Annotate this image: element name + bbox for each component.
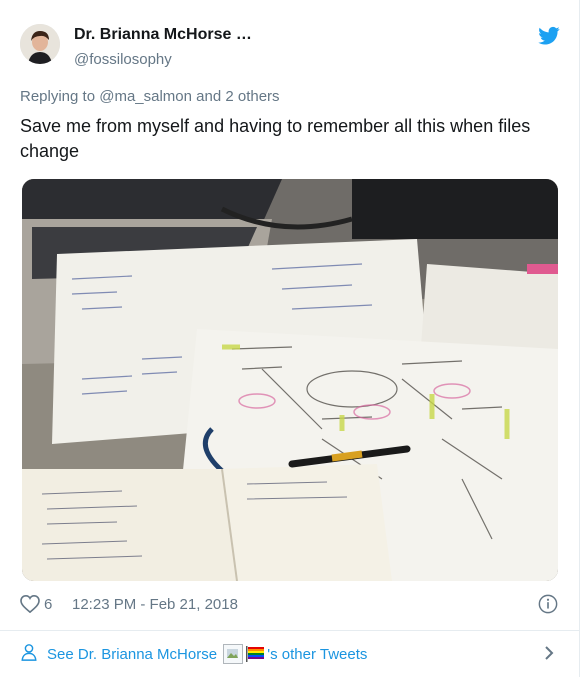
see-other-tweets-text[interactable]: See Dr. Brianna McHorse 's other Tweets (47, 644, 367, 664)
heart-icon[interactable] (20, 595, 40, 613)
twitter-bird-icon[interactable] (538, 26, 560, 46)
see-other-tweets-prefix: See Dr. Brianna McHorse (47, 646, 218, 663)
avatar-image (20, 24, 60, 64)
divider (0, 630, 580, 631)
tweet-header: Dr. Brianna McHorse … @fossilosophy (20, 20, 560, 70)
tweet-text: Save me from myself and having to rememb… (20, 116, 531, 161)
broken-image-icon (223, 644, 244, 664)
author-handle[interactable]: @fossilosophy (74, 51, 172, 68)
embedded-tweet: Dr. Brianna McHorse … @fossilosophy Repl… (0, 0, 580, 677)
avatar[interactable] (20, 24, 60, 64)
reply-context: Replying to @ma_salmon and 2 others (20, 88, 280, 105)
see-other-tweets-link[interactable]: See Dr. Brianna McHorse 's other Tweets (20, 641, 560, 665)
tweet-timestamp[interactable]: 12:23 PM - Feb 21, 2018 (72, 596, 238, 613)
reply-user-link[interactable]: @ma_salmon (99, 88, 192, 105)
see-other-tweets-suffix: 's other Tweets (267, 646, 368, 663)
tweet-photo[interactable] (22, 179, 558, 581)
author-name[interactable]: Dr. Brianna McHorse … (74, 26, 252, 44)
rainbow-flag-icon (246, 646, 265, 662)
reply-others-link[interactable]: and 2 others (196, 88, 279, 105)
broken-image-glyph (227, 649, 239, 658)
info-icon[interactable] (538, 594, 558, 614)
like-count[interactable]: 6 (44, 596, 52, 613)
reply-prefix: Replying to (20, 88, 96, 105)
person-icon (21, 644, 37, 661)
desk-photo-image (22, 179, 558, 581)
chevron-right-icon[interactable] (544, 645, 554, 661)
tweet-footer: 6 12:23 PM - Feb 21, 2018 (20, 593, 560, 617)
